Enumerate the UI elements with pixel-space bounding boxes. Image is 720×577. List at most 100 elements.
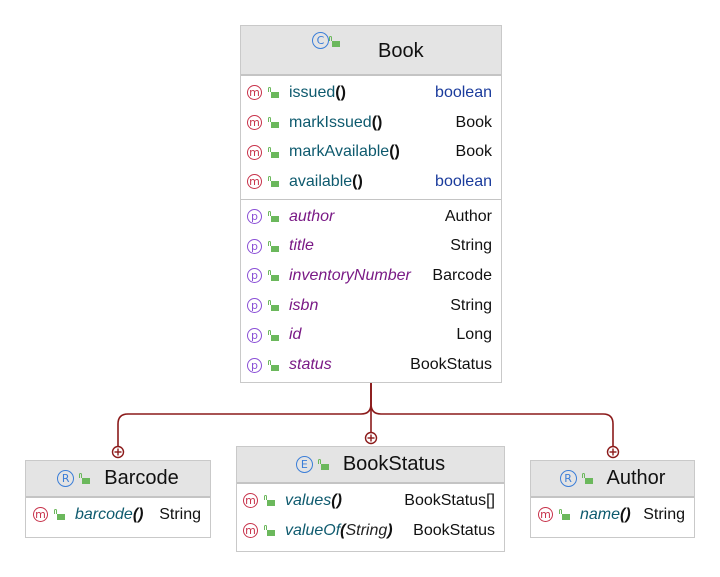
method-name: issued <box>289 83 336 101</box>
public-lock-icon <box>268 87 279 99</box>
field-name: author <box>289 207 335 225</box>
method-icon: m <box>243 523 258 539</box>
public-lock-icon <box>54 509 65 521</box>
method-row[interactable]: m name() String <box>531 500 694 530</box>
class-barcode[interactable]: R Barcode m barcode() String <box>25 460 211 538</box>
public-lock-icon <box>329 36 340 47</box>
method-params: () <box>335 83 346 101</box>
method-icon: m <box>247 144 262 160</box>
public-lock-icon <box>268 211 279 223</box>
public-lock-icon <box>268 240 279 252</box>
method-params-close: ) <box>387 521 393 539</box>
public-lock-icon <box>79 473 91 484</box>
method-return-type: String <box>159 505 201 523</box>
method-icon: m <box>33 507 48 523</box>
method-icon: m <box>243 493 258 509</box>
method-row[interactable]: m markIssued() Book <box>241 108 501 138</box>
public-lock-icon <box>268 176 279 188</box>
method-return-type: Book <box>455 143 492 161</box>
method-return-type: Book <box>455 113 492 131</box>
method-params: () <box>371 113 383 131</box>
method-row[interactable]: m barcode() String <box>26 500 210 530</box>
field-row[interactable]: p inventoryNumber Barcode <box>241 261 501 291</box>
method-return-type: BookStatus[] <box>404 491 495 509</box>
field-row[interactable]: p isbn String <box>241 291 501 321</box>
field-type: Author <box>444 207 492 225</box>
class-book-header[interactable]: C Book <box>241 26 501 75</box>
field-type: String <box>450 237 492 255</box>
public-lock-icon <box>581 473 593 484</box>
method-row[interactable]: m issued() boolean <box>241 78 501 108</box>
method-name: valueOf <box>285 521 341 539</box>
class-barcode-title: Barcode <box>104 467 179 489</box>
method-return-type: BookStatus <box>413 521 495 539</box>
method-params-close: ) <box>625 505 631 523</box>
field-name: isbn <box>289 296 319 314</box>
record-icon: R <box>57 470 75 487</box>
method-name: markIssued <box>289 113 372 131</box>
method-params: () <box>389 143 400 161</box>
class-icon: C <box>312 32 329 49</box>
public-lock-icon <box>268 117 279 129</box>
method-name: barcode <box>75 505 133 523</box>
record-icon: R <box>559 470 577 487</box>
class-book-fields: p author Author p title String p invento… <box>241 198 501 382</box>
method-row[interactable]: m values() BookStatus[] <box>237 486 504 516</box>
public-lock-icon <box>264 495 275 507</box>
class-book-methods: m issued() boolean m markIssued() Book m… <box>241 75 501 199</box>
property-icon: p <box>247 209 262 225</box>
method-return-type: String <box>643 505 685 523</box>
field-row[interactable]: p author Author <box>241 202 501 232</box>
class-book[interactable]: C Book m issued() boolean m markIssued()… <box>240 25 502 383</box>
class-bookstatus[interactable]: E BookStatus m values() BookStatus[] m v… <box>236 446 505 552</box>
connector-book-barcode <box>117 383 372 446</box>
property-icon: p <box>247 357 262 373</box>
method-icon: m <box>538 507 553 523</box>
class-author-header[interactable]: R Author <box>531 461 694 497</box>
method-params-close: ) <box>138 505 144 523</box>
class-barcode-header[interactable]: R Barcode <box>26 461 210 497</box>
method-row[interactable]: m available() boolean <box>241 167 501 197</box>
public-lock-icon <box>268 300 279 312</box>
public-lock-icon <box>268 146 279 158</box>
property-icon: p <box>247 238 262 254</box>
field-row[interactable]: p status BookStatus <box>241 350 501 380</box>
property-icon: p <box>247 298 262 314</box>
method-param-type: String <box>345 521 388 539</box>
field-type: Long <box>456 326 492 344</box>
class-author-title: Author <box>606 467 666 489</box>
field-type: Barcode <box>432 266 492 284</box>
method-params-close: ) <box>336 491 342 509</box>
method-row[interactable]: m markAvailable() Book <box>241 137 501 167</box>
method-name: values <box>285 491 332 509</box>
field-row[interactable]: p id Long <box>241 321 501 351</box>
method-return-type: boolean <box>435 83 492 101</box>
field-type: String <box>450 296 492 314</box>
class-barcode-methods: m barcode() String <box>26 497 210 532</box>
field-row[interactable]: p title String <box>241 231 501 261</box>
method-params: () <box>352 172 363 190</box>
method-name: name <box>580 505 621 523</box>
method-icon: m <box>247 115 262 131</box>
method-row[interactable]: m valueOf(String) BookStatus <box>237 516 504 546</box>
field-name: inventoryNumber <box>289 266 411 284</box>
method-icon: m <box>247 85 262 101</box>
class-bookstatus-header[interactable]: E BookStatus <box>237 447 504 483</box>
enum-icon: E <box>295 456 313 473</box>
method-return-type: boolean <box>435 172 492 190</box>
property-icon: p <box>247 268 262 284</box>
property-icon: p <box>247 327 262 343</box>
field-name: title <box>289 237 314 255</box>
method-name: available <box>289 172 353 190</box>
public-lock-icon <box>268 359 279 371</box>
class-bookstatus-title: BookStatus <box>342 453 446 475</box>
public-lock-icon <box>268 329 279 341</box>
public-lock-icon <box>317 459 329 470</box>
class-author[interactable]: R Author m name() String <box>530 460 695 538</box>
connector-book-author <box>370 383 614 446</box>
method-name: markAvailable <box>289 143 390 161</box>
class-book-title: Book <box>378 40 424 62</box>
field-name: id <box>289 326 302 344</box>
class-author-methods: m name() String <box>531 497 694 532</box>
public-lock-icon <box>264 525 275 537</box>
